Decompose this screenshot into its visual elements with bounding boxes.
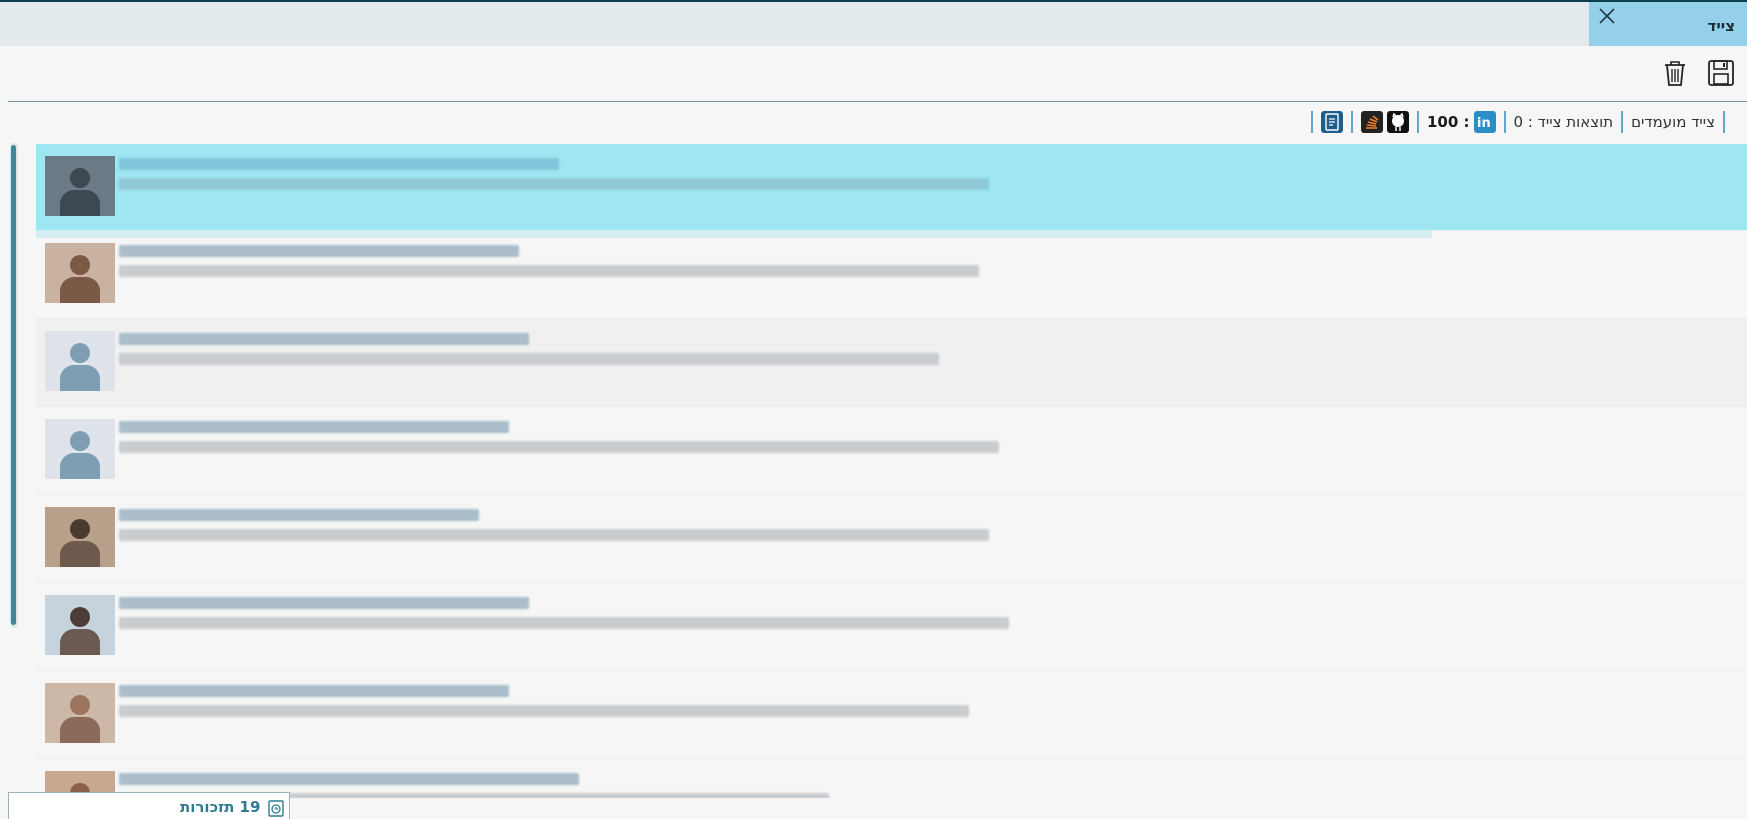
- stackoverflow-icon[interactable]: [1361, 111, 1383, 133]
- linkedin-icon[interactable]: in: [1473, 111, 1496, 133]
- candidate-row[interactable]: [36, 231, 1747, 319]
- candidate-row[interactable]: [36, 759, 1747, 798]
- separator: [1503, 111, 1506, 133]
- document-icon[interactable]: [1321, 111, 1343, 133]
- candidate-summary-redacted: [119, 529, 989, 541]
- candidate-name-redacted: [119, 773, 579, 785]
- toolbar-divider: [8, 101, 1747, 102]
- header-bar: [0, 2, 1747, 46]
- candidate-row[interactable]: [36, 319, 1747, 407]
- scrollbar-thumb[interactable]: [11, 145, 16, 625]
- window-title: צייד: [1707, 17, 1735, 35]
- candidate-name-redacted: [119, 421, 509, 433]
- avatar: [45, 156, 115, 216]
- separator: [1723, 111, 1725, 133]
- filter-bar: צייד מועמדים תוצאות צייד : 0 in 100 :: [1250, 108, 1733, 136]
- candidate-row[interactable]: [36, 495, 1747, 583]
- candidate-row[interactable]: [36, 144, 1747, 238]
- candidate-name-redacted: [119, 597, 529, 609]
- avatar: [45, 595, 115, 655]
- candidate-name-redacted: [119, 685, 509, 697]
- close-icon[interactable]: [1597, 6, 1617, 26]
- candidate-summary-redacted: [119, 441, 999, 453]
- avatar: [45, 419, 115, 479]
- avatar: [45, 331, 115, 391]
- candidate-row[interactable]: [36, 407, 1747, 495]
- candidate-row[interactable]: [36, 671, 1747, 759]
- floppy-disk-icon[interactable]: [1706, 58, 1736, 88]
- avatar: [45, 243, 115, 303]
- candidate-summary-redacted: [119, 617, 1009, 629]
- trash-icon[interactable]: [1660, 58, 1690, 88]
- candidate-summary-redacted: [119, 353, 939, 365]
- candidate-summary-redacted: [119, 178, 989, 190]
- avatar: [45, 507, 115, 567]
- candidate-hunter-link[interactable]: צייד מועמדים: [1631, 113, 1715, 131]
- github-icon[interactable]: [1387, 111, 1409, 133]
- candidate-list: [36, 144, 1747, 798]
- separator: [1621, 111, 1624, 133]
- separator: [1351, 111, 1353, 133]
- linkedin-score: 100 :: [1427, 113, 1470, 131]
- candidate-name-redacted: [119, 333, 529, 345]
- reminders-label[interactable]: 19 תזכורות: [180, 798, 260, 816]
- separator: [1311, 111, 1313, 133]
- hunter-results-count: תוצאות צייד : 0: [1513, 113, 1614, 131]
- avatar: [45, 683, 115, 743]
- candidate-summary-redacted: [119, 705, 969, 717]
- candidate-name-redacted: [119, 509, 479, 521]
- separator: [1417, 111, 1419, 133]
- svg-text:in: in: [1477, 116, 1491, 131]
- candidate-name-redacted: [119, 158, 559, 170]
- candidate-name-redacted: [119, 245, 519, 257]
- candidate-row[interactable]: [36, 583, 1747, 671]
- candidate-summary-redacted: [119, 265, 979, 277]
- tab-hunter[interactable]: צייד: [1589, 2, 1747, 46]
- reminder-icon[interactable]: [268, 799, 284, 817]
